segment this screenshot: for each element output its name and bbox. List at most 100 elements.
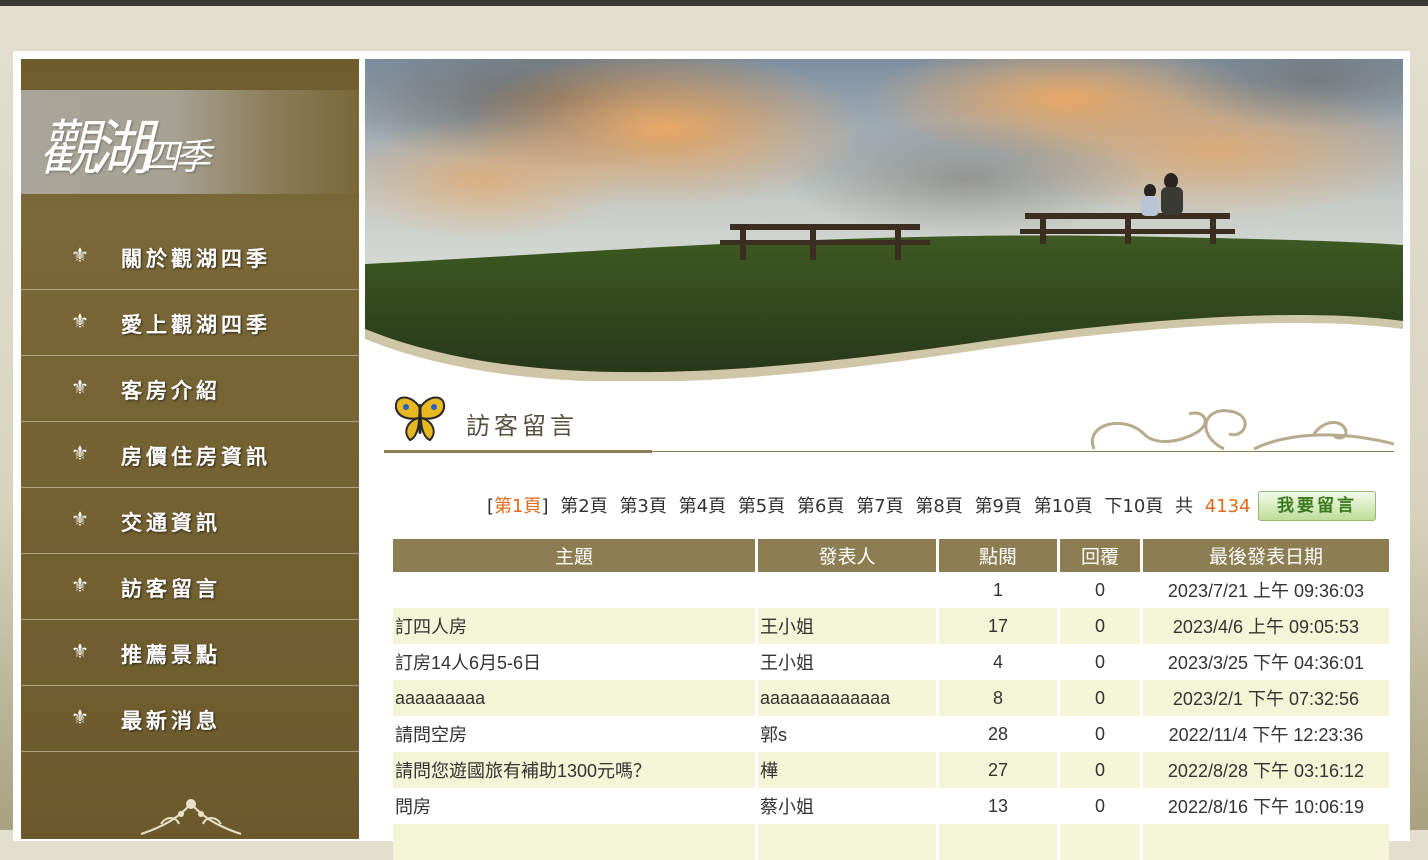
post-replies: 0: [1060, 644, 1143, 680]
post-author: [758, 572, 939, 608]
page-link-2[interactable]: 第2頁: [560, 496, 607, 517]
post-author: 王小姐: [758, 608, 939, 644]
nav-label: 訪客留言: [121, 577, 221, 601]
page-link-6[interactable]: 第6頁: [797, 496, 844, 517]
post-replies: 0: [1060, 572, 1143, 608]
section-divider: [652, 451, 1394, 452]
header-author: 發表人: [758, 539, 939, 572]
swirl-ornament-icon: [1090, 409, 1394, 451]
table-row[interactable]: aaaaaaaaa aaaaaaaaaaaaa 8 0 2023/2/1 下午 …: [393, 680, 1389, 716]
page-link-5[interactable]: 第5頁: [738, 496, 785, 517]
nav-item-prices[interactable]: ⚜ 房價住房資訊: [21, 422, 359, 488]
page-link-9[interactable]: 第9頁: [975, 496, 1022, 517]
browser-top-bar: [0, 0, 1428, 6]
table-header-row: 主題 發表人 點閱 回覆 最後發表日期: [393, 539, 1389, 572]
post-replies: 0: [1060, 716, 1143, 752]
page-next-10[interactable]: 下10頁: [1104, 496, 1163, 517]
nav-label: 房價住房資訊: [121, 445, 271, 469]
ornament-icon: [140, 799, 242, 835]
section-header: 訪客留言: [384, 390, 1394, 456]
logo-text: 觀湖四季: [39, 114, 211, 184]
section-underline: [384, 450, 652, 453]
nav-item-guestbook[interactable]: ⚜ 訪客留言: [21, 554, 359, 620]
post-date: 2023/4/6 上午 09:05:53: [1143, 608, 1389, 644]
butterfly-icon: [394, 396, 446, 442]
table-row[interactable]: 訂四人房 王小姐 17 0 2023/4/6 上午 09:05:53: [393, 608, 1389, 644]
post-replies: 0: [1060, 752, 1143, 788]
fleur-de-lis-icon: ⚜: [71, 573, 89, 597]
fleur-de-lis-icon: ⚜: [71, 639, 89, 663]
page-link-3[interactable]: 第3頁: [619, 496, 666, 517]
post-views: 17: [939, 608, 1060, 644]
nav-item-attractions[interactable]: ⚜ 推薦景點: [21, 620, 359, 686]
post-subject[interactable]: 請問您遊國旅有補助1300元嗎？: [393, 752, 758, 788]
post-subject[interactable]: aaaaaaaaa: [393, 680, 758, 716]
post-date: 2023/2/1 下午 07:32:56: [1143, 680, 1389, 716]
post-subject[interactable]: [393, 572, 758, 608]
header-subject: 主題: [393, 539, 758, 572]
post-date: 2023/7/21 上午 09:36:03: [1167, 581, 1365, 601]
table-row[interactable]: 1 0 2023/7/21 上午 09:36:03: [393, 572, 1389, 608]
post-message-button[interactable]: 我要留言: [1258, 491, 1376, 521]
header-views: 點閱: [939, 539, 1060, 572]
pager-bracket-open: [: [487, 496, 495, 517]
post-replies: 0: [1060, 608, 1143, 644]
post-author: aaaaaaaaaaaaa: [758, 680, 939, 716]
nav-label: 最新消息: [121, 709, 221, 733]
fleur-de-lis-icon: ⚜: [71, 507, 89, 531]
post-date: 2022/8/16 下午 10:06:19: [1167, 797, 1365, 817]
post-replies: 0: [1060, 788, 1143, 824]
nav-label: 客房介紹: [121, 379, 221, 403]
nav-label: 愛上觀湖四季: [121, 313, 271, 337]
post-date: 2023/3/25 下午 04:36:01: [1167, 653, 1365, 673]
post-subject[interactable]: 訂四人房: [393, 608, 758, 644]
header-replies: 回覆: [1060, 539, 1143, 572]
table-row[interactable]: 請問您遊國旅有補助1300元嗎？ 樺 27 0 2022/8/28 下午 03:…: [393, 752, 1389, 788]
total-prefix: 共: [1175, 496, 1194, 517]
table-row-partial: [393, 824, 1389, 860]
nav-item-rooms[interactable]: ⚜ 客房介紹: [21, 356, 359, 422]
page-link-8[interactable]: 第8頁: [915, 496, 962, 517]
post-author: 蔡小姐: [758, 788, 939, 824]
post-date: 2022/8/28 下午 03:16:12: [1143, 752, 1389, 788]
pager-bracket-close: ]: [541, 496, 549, 517]
post-date: 2022/11/4 下午 12:23:36: [1168, 725, 1364, 745]
banner-image: [365, 59, 1403, 381]
fleur-de-lis-icon: ⚜: [71, 375, 89, 399]
nav-item-news[interactable]: ⚜ 最新消息: [21, 686, 359, 752]
post-subject[interactable]: 問房: [393, 788, 758, 824]
sidebar: 觀湖四季 ⚜ 關於觀湖四季 ⚜ 愛上觀湖四季 ⚜ 客房介紹 ⚜ 房價住房資訊 ⚜ 交通資訊…: [21, 59, 359, 839]
table-row[interactable]: 請問空房 郭s 28 0 2022/11/4 下午 12:23:36: [393, 716, 1389, 752]
table-row[interactable]: 訂房14人6月5-6日 王小姐 4 0 2023/3/25 下午 04:36:0…: [393, 644, 1389, 680]
header-date: 最後發表日期: [1143, 539, 1389, 572]
nav-label: 推薦景點: [121, 643, 221, 667]
fleur-de-lis-icon: ⚜: [71, 705, 89, 729]
nav-item-love[interactable]: ⚜ 愛上觀湖四季: [21, 290, 359, 356]
post-views: 27: [939, 752, 1060, 788]
post-views: 4: [939, 644, 1060, 680]
section-title: 訪客留言: [466, 412, 578, 440]
page-link-10[interactable]: 第10頁: [1034, 496, 1093, 517]
nav-item-transport[interactable]: ⚜ 交通資訊: [21, 488, 359, 554]
logo[interactable]: 觀湖四季: [21, 90, 359, 194]
post-subject[interactable]: 訂房14人6月5-6日: [393, 644, 758, 680]
fleur-de-lis-icon: ⚜: [71, 309, 89, 333]
page-link-4[interactable]: 第4頁: [679, 496, 726, 517]
nav-item-about[interactable]: ⚜ 關於觀湖四季: [21, 224, 359, 290]
post-replies: 0: [1060, 680, 1143, 716]
nav-label: 交通資訊: [121, 511, 221, 535]
pagination: [第1頁] 第2頁 第3頁 第4頁 第5頁 第6頁 第7頁 第8頁 第9頁 第1…: [487, 492, 1286, 518]
post-author: 王小姐: [758, 644, 939, 680]
posts-table: 主題 發表人 點閱 回覆 最後發表日期 1 0 2023/7/21 上午 09:…: [393, 539, 1389, 860]
post-subject[interactable]: 請問空房: [393, 716, 758, 752]
nav-label: 關於觀湖四季: [121, 247, 271, 271]
total-count: 4134: [1204, 496, 1251, 517]
post-views: 28: [939, 716, 1060, 752]
main-nav: ⚜ 關於觀湖四季 ⚜ 愛上觀湖四季 ⚜ 客房介紹 ⚜ 房價住房資訊 ⚜ 交通資訊 ⚜ 訪客留…: [21, 224, 359, 752]
table-row[interactable]: 問房 蔡小姐 13 0 2022/8/16 下午 10:06:19: [393, 788, 1389, 824]
fleur-de-lis-icon: ⚜: [71, 243, 89, 267]
page-link-7[interactable]: 第7頁: [856, 496, 903, 517]
fleur-de-lis-icon: ⚜: [71, 441, 89, 465]
post-views: 8: [939, 680, 1060, 716]
post-author: 樺: [758, 752, 939, 788]
